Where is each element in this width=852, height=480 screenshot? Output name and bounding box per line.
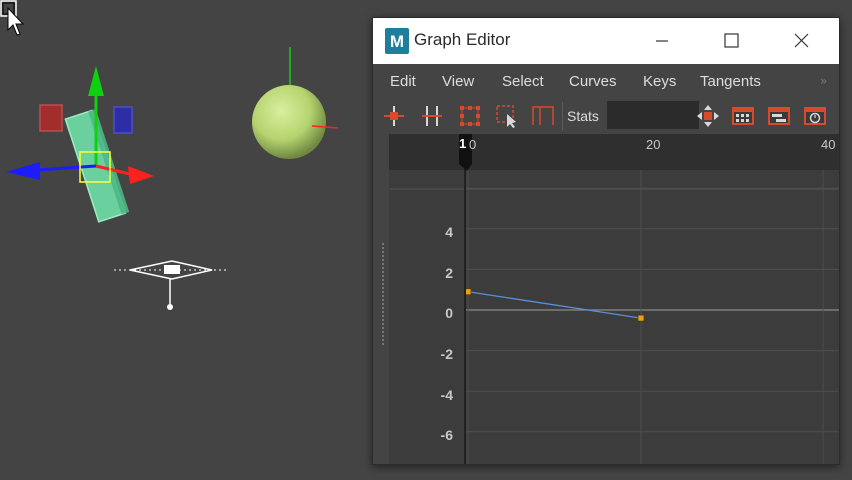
insert-key-tool-button[interactable] (419, 103, 445, 129)
graph-canvas[interactable] (373, 134, 839, 464)
svg-text:M: M (390, 32, 404, 51)
y-tick-label: -6 (440, 427, 453, 443)
handle-dot (382, 291, 384, 293)
insert-key-icon (422, 106, 442, 126)
handle-dot (382, 303, 384, 305)
lattice-icon (460, 106, 480, 126)
manipulator-y-arrow[interactable] (88, 66, 104, 96)
stats-field[interactable] (607, 101, 699, 129)
region-select-icon (496, 105, 516, 128)
menu-overflow-icon[interactable]: » (820, 74, 827, 88)
handle-dot (382, 263, 384, 265)
handle-dot (382, 283, 384, 285)
handle-dot (382, 323, 384, 325)
window-title: Graph Editor (414, 30, 511, 49)
menu-select[interactable]: Select (502, 73, 544, 90)
handle-dot (382, 307, 384, 309)
time-ruler[interactable] (389, 134, 839, 170)
handle-dot (382, 251, 384, 253)
y-tick-label: 0 (445, 305, 453, 321)
handle-dot (382, 243, 384, 245)
menu-bar: Edit View Select Curves Keys Tangents » (373, 64, 839, 98)
retime-tool-button[interactable] (530, 103, 556, 129)
move-key-icon (384, 106, 404, 126)
handle-dot (382, 327, 384, 329)
stats-label: Stats (567, 108, 599, 124)
handle-dot (382, 319, 384, 321)
menu-curves[interactable]: Curves (569, 73, 617, 90)
x-tick-label: 20 (646, 137, 661, 152)
handle-dot (382, 299, 384, 301)
handle-dot (382, 335, 384, 337)
handle-dot (382, 331, 384, 333)
keyframe-point[interactable] (637, 314, 645, 322)
toolbar-separator (562, 102, 563, 130)
y-tick-label: -2 (440, 346, 453, 362)
maximize-button[interactable] (708, 18, 754, 64)
move-key-tool-button[interactable] (381, 103, 407, 129)
maya-logo-icon: M (385, 28, 409, 54)
curve-segment[interactable] (467, 291, 642, 319)
x-tick-label: 0 (469, 137, 477, 152)
handle-dot (382, 311, 384, 313)
sphere-object[interactable] (252, 85, 326, 159)
handle-dot (382, 315, 384, 317)
handle-dot (382, 287, 384, 289)
close-icon (794, 33, 809, 48)
frame-all-icon (697, 105, 719, 127)
region-tool-button[interactable] (494, 103, 520, 129)
retime-icon (532, 106, 554, 125)
title-bar[interactable]: M Graph Editor (373, 18, 839, 64)
frame-all-button[interactable] (695, 103, 721, 129)
handle-dot (382, 339, 384, 341)
dope-sheet-button[interactable] (730, 103, 756, 129)
handle-dot (382, 267, 384, 269)
handle-dot (382, 271, 384, 273)
light-locator-icon[interactable] (114, 260, 226, 310)
handle-dot (382, 279, 384, 281)
trax-editor-icon (768, 107, 790, 125)
mouse-cursor-icon (0, 0, 25, 36)
toolbar: Stats (373, 98, 839, 134)
animation-curve[interactable] (464, 288, 645, 322)
handle-dot (382, 343, 384, 345)
graph-editor-window[interactable]: M Graph Editor Edit View Select Curves K… (372, 17, 840, 465)
dope-sheet-icon (732, 107, 754, 125)
y-tick-label: 4 (445, 224, 453, 240)
minimize-button[interactable] (640, 18, 686, 64)
handle-dot (382, 255, 384, 257)
manipulator-x-arrow[interactable] (128, 166, 154, 184)
lattice-deform-tool-button[interactable] (457, 103, 483, 129)
manipulator-z-arrow[interactable] (6, 162, 40, 180)
clock-icon (804, 107, 826, 125)
handle-dot (382, 295, 384, 297)
menu-tangents[interactable]: Tangents (700, 73, 761, 90)
menu-view[interactable]: View (442, 73, 474, 90)
manipulator-yz-plane-handle[interactable] (113, 106, 133, 134)
outliner-strip (373, 134, 389, 464)
handle-dot (382, 247, 384, 249)
x-tick-label: 40 (821, 137, 836, 152)
y-tick-label: -4 (440, 387, 453, 403)
handle-dot (382, 275, 384, 277)
minimize-icon (656, 40, 668, 42)
trax-editor-button[interactable] (766, 103, 792, 129)
current-frame-label: 1 (459, 136, 467, 151)
graph-view[interactable]: 1 0 20 40 4 2 0 -2 -4 -6 -8 (373, 134, 839, 464)
handle-dot (382, 259, 384, 261)
maximize-icon (724, 33, 739, 48)
manipulator-xy-plane-handle[interactable] (39, 104, 63, 132)
y-tick-label: 2 (445, 265, 453, 281)
menu-keys[interactable]: Keys (643, 73, 676, 90)
close-button[interactable] (778, 18, 824, 64)
menu-edit[interactable]: Edit (390, 73, 416, 90)
time-editor-button[interactable] (802, 103, 828, 129)
